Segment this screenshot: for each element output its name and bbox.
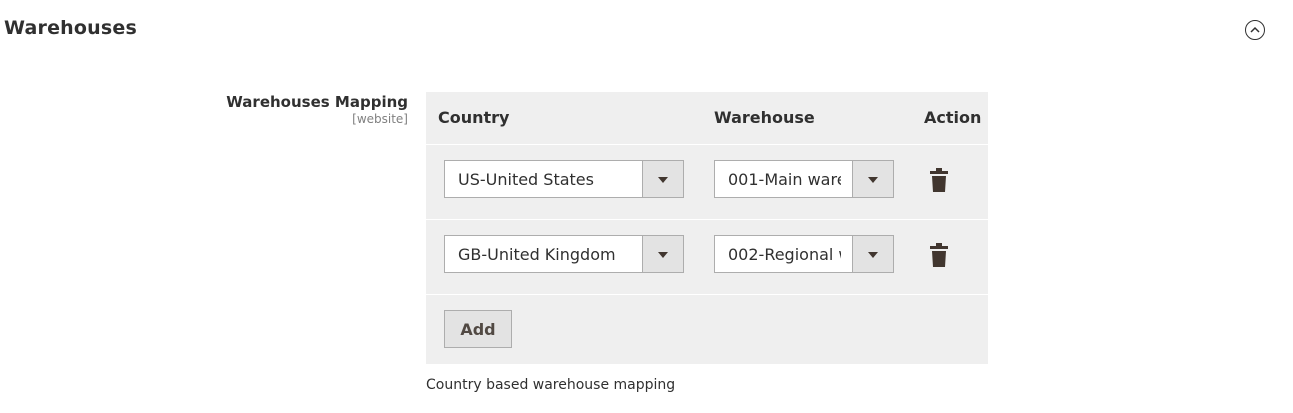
country-select-value: GB-United Kingdom [458,245,616,264]
trash-icon[interactable] [929,243,949,267]
column-header-country: Country [438,108,510,127]
section-title[interactable]: Warehouses [4,17,137,39]
warehouse-select-value: 002-Regional warehouse [728,245,841,264]
dropdown-arrow-icon [852,161,893,197]
dropdown-arrow-icon [852,236,893,272]
row-divider [426,294,988,295]
row-divider [426,144,988,145]
row-divider [426,219,988,220]
field-label-text: Warehouses Mapping [226,93,408,111]
country-select-row-1[interactable]: US-United States [444,160,684,198]
dropdown-arrow-icon [642,161,683,197]
warehouses-config-page: Warehouses Warehouses Mapping [website] … [0,0,1293,413]
collapse-section-button[interactable] [1245,20,1265,40]
add-row-button[interactable]: Add [444,310,512,348]
column-header-warehouse: Warehouse [714,108,815,127]
chevron-up-icon [1250,26,1260,33]
dropdown-arrow-icon [642,236,683,272]
scope-label: [website] [352,112,408,126]
column-header-action: Action [924,108,982,127]
warehouse-select-value: 001-Main warehouse [728,170,841,189]
field-label: Warehouses Mapping [website] [226,93,408,126]
warehouse-mapping-table: Country Warehouse Action US-United State… [426,92,988,364]
country-select-value: US-United States [458,170,594,189]
trash-icon[interactable] [929,168,949,192]
warehouse-select-row-2[interactable]: 002-Regional warehouse [714,235,894,273]
country-select-row-2[interactable]: GB-United Kingdom [444,235,684,273]
warehouse-select-row-1[interactable]: 001-Main warehouse [714,160,894,198]
field-note: Country based warehouse mapping [426,377,676,393]
